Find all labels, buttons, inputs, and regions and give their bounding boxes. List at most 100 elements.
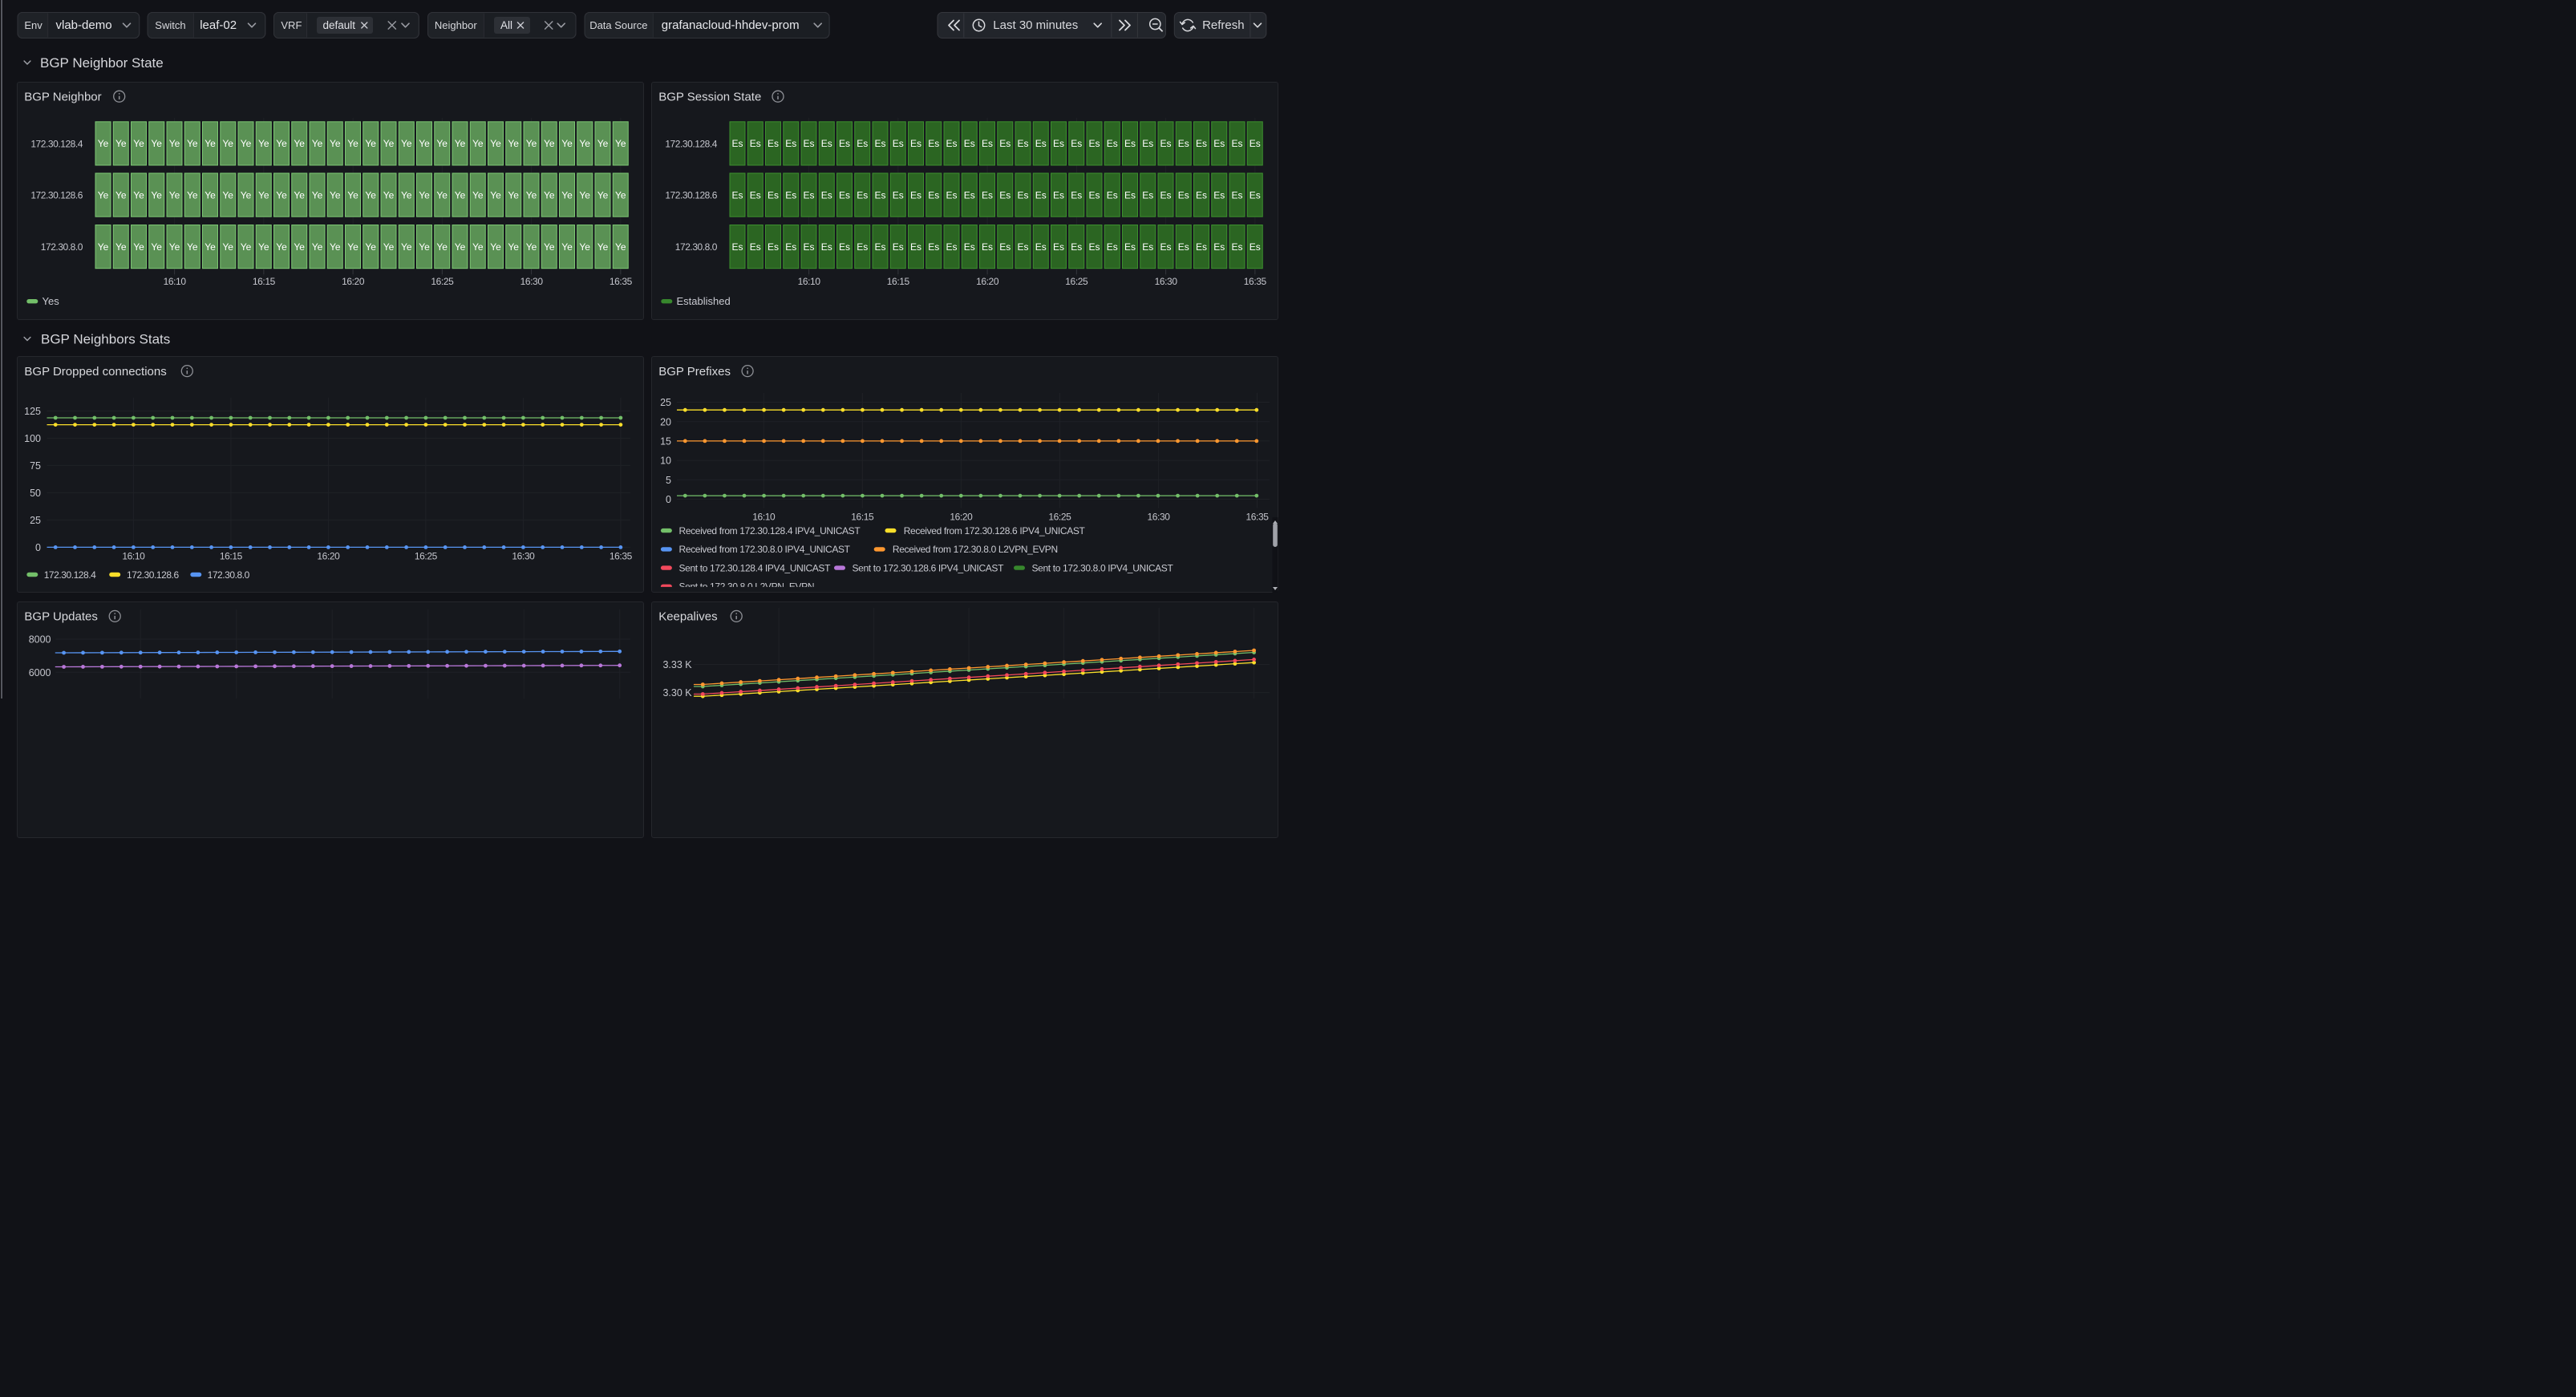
svg-text:Ye: Ye: [455, 241, 466, 253]
svg-text:Es: Es: [1088, 138, 1100, 149]
svg-text:Ye: Ye: [312, 241, 323, 253]
svg-text:Es: Es: [1213, 189, 1225, 200]
svg-text:Es: Es: [1035, 241, 1047, 253]
svg-text:Ye: Ye: [222, 189, 233, 200]
svg-text:Ye: Ye: [187, 189, 198, 200]
svg-text:Ye: Ye: [241, 138, 252, 149]
svg-text:Ye: Ye: [169, 189, 180, 200]
svg-text:172.30.128.6: 172.30.128.6: [665, 190, 717, 201]
svg-text:Es: Es: [964, 189, 975, 200]
svg-text:Es: Es: [910, 138, 921, 149]
svg-text:Ye: Ye: [455, 189, 466, 200]
svg-text:Es: Es: [910, 189, 921, 200]
svg-text:BGP Session State: BGP Session State: [658, 91, 761, 104]
svg-text:Ye: Ye: [383, 189, 395, 200]
svg-text:Es: Es: [857, 138, 868, 149]
svg-text:Es: Es: [785, 241, 796, 253]
svg-text:grafanacloud-hhdev-prom: grafanacloud-hhdev-prom: [662, 18, 800, 32]
svg-text:Es: Es: [821, 241, 832, 253]
svg-text:Es: Es: [731, 189, 743, 200]
svg-text:Ye: Ye: [401, 241, 412, 253]
svg-text:Ye: Ye: [561, 241, 573, 253]
svg-text:16:25: 16:25: [415, 551, 438, 562]
svg-text:Es: Es: [1231, 241, 1242, 253]
svg-text:Es: Es: [999, 138, 1011, 149]
svg-text:16:35: 16:35: [610, 551, 633, 562]
svg-text:Ye: Ye: [490, 241, 501, 253]
svg-text:Ye: Ye: [151, 189, 162, 200]
svg-text:Es: Es: [982, 138, 993, 149]
svg-text:Es: Es: [1071, 241, 1082, 253]
svg-text:Ye: Ye: [276, 241, 287, 253]
svg-text:Ye: Ye: [436, 189, 448, 200]
svg-text:Ye: Ye: [615, 189, 626, 200]
svg-text:Es: Es: [803, 189, 814, 200]
svg-text:Ye: Ye: [258, 189, 269, 200]
svg-text:16:20: 16:20: [317, 551, 340, 562]
svg-text:Ye: Ye: [526, 138, 537, 149]
svg-text:75: 75: [30, 460, 41, 472]
svg-text:16:20: 16:20: [342, 276, 365, 287]
svg-text:Ye: Ye: [401, 138, 412, 149]
svg-text:Ye: Ye: [133, 138, 144, 149]
svg-text:0: 0: [666, 494, 671, 505]
svg-text:Es: Es: [1124, 138, 1136, 149]
svg-text:Es: Es: [750, 138, 761, 149]
svg-text:Ye: Ye: [436, 138, 448, 149]
svg-text:Es: Es: [1017, 138, 1028, 149]
svg-text:Ye: Ye: [294, 138, 305, 149]
svg-text:Es: Es: [1035, 138, 1047, 149]
svg-text:Ye: Ye: [365, 241, 376, 253]
svg-text:16:10: 16:10: [798, 276, 821, 287]
svg-text:Ye: Ye: [455, 138, 466, 149]
svg-text:Es: Es: [1196, 241, 1207, 253]
svg-text:Ye: Ye: [115, 241, 127, 253]
svg-text:Ye: Ye: [579, 189, 590, 200]
svg-text:Ye: Ye: [222, 241, 233, 253]
svg-text:Es: Es: [928, 189, 939, 200]
svg-text:Neighbor: Neighbor: [435, 19, 477, 31]
svg-text:BGP Prefixes: BGP Prefixes: [658, 365, 731, 379]
svg-text:Ye: Ye: [508, 138, 519, 149]
svg-text:Es: Es: [910, 241, 921, 253]
svg-text:Es: Es: [768, 241, 779, 253]
svg-text:16:25: 16:25: [1065, 276, 1088, 287]
svg-text:Es: Es: [1250, 138, 1261, 149]
svg-text:Ye: Ye: [508, 189, 519, 200]
svg-text:Es: Es: [768, 138, 779, 149]
svg-text:Ye: Ye: [133, 189, 144, 200]
svg-text:Ye: Ye: [490, 138, 501, 149]
svg-text:Ye: Ye: [347, 189, 358, 200]
svg-text:Es: Es: [785, 189, 796, 200]
svg-text:Ye: Ye: [133, 241, 144, 253]
svg-text:Es: Es: [1071, 189, 1082, 200]
svg-text:Es: Es: [1088, 189, 1100, 200]
svg-text:All: All: [500, 19, 512, 31]
svg-text:Es: Es: [1160, 138, 1171, 149]
svg-text:Ye: Ye: [222, 138, 233, 149]
svg-text:Ye: Ye: [419, 189, 430, 200]
svg-text:10: 10: [660, 456, 671, 467]
svg-text:172.30.128.4: 172.30.128.4: [30, 139, 83, 150]
svg-text:Ye: Ye: [419, 241, 430, 253]
svg-text:Ye: Ye: [115, 189, 127, 200]
svg-text:Es: Es: [1035, 189, 1047, 200]
svg-text:Es: Es: [731, 138, 743, 149]
svg-text:Es: Es: [1107, 189, 1118, 200]
svg-text:Es: Es: [874, 189, 885, 200]
svg-text:Refresh: Refresh: [1202, 18, 1245, 32]
svg-text:172.30.8.0: 172.30.8.0: [208, 569, 250, 581]
svg-text:Keepalives: Keepalives: [658, 610, 717, 624]
svg-text:100: 100: [24, 433, 41, 444]
svg-text:Es: Es: [893, 189, 904, 200]
svg-text:Es: Es: [750, 189, 761, 200]
svg-text:16:10: 16:10: [164, 276, 187, 287]
svg-text:Ye: Ye: [561, 138, 573, 149]
svg-text:Ye: Ye: [187, 241, 198, 253]
svg-text:Ye: Ye: [436, 241, 448, 253]
svg-text:125: 125: [24, 406, 41, 417]
svg-text:Es: Es: [1231, 189, 1242, 200]
svg-text:Ye: Ye: [526, 241, 537, 253]
svg-text:Ye: Ye: [526, 189, 537, 200]
svg-text:15: 15: [660, 436, 671, 447]
